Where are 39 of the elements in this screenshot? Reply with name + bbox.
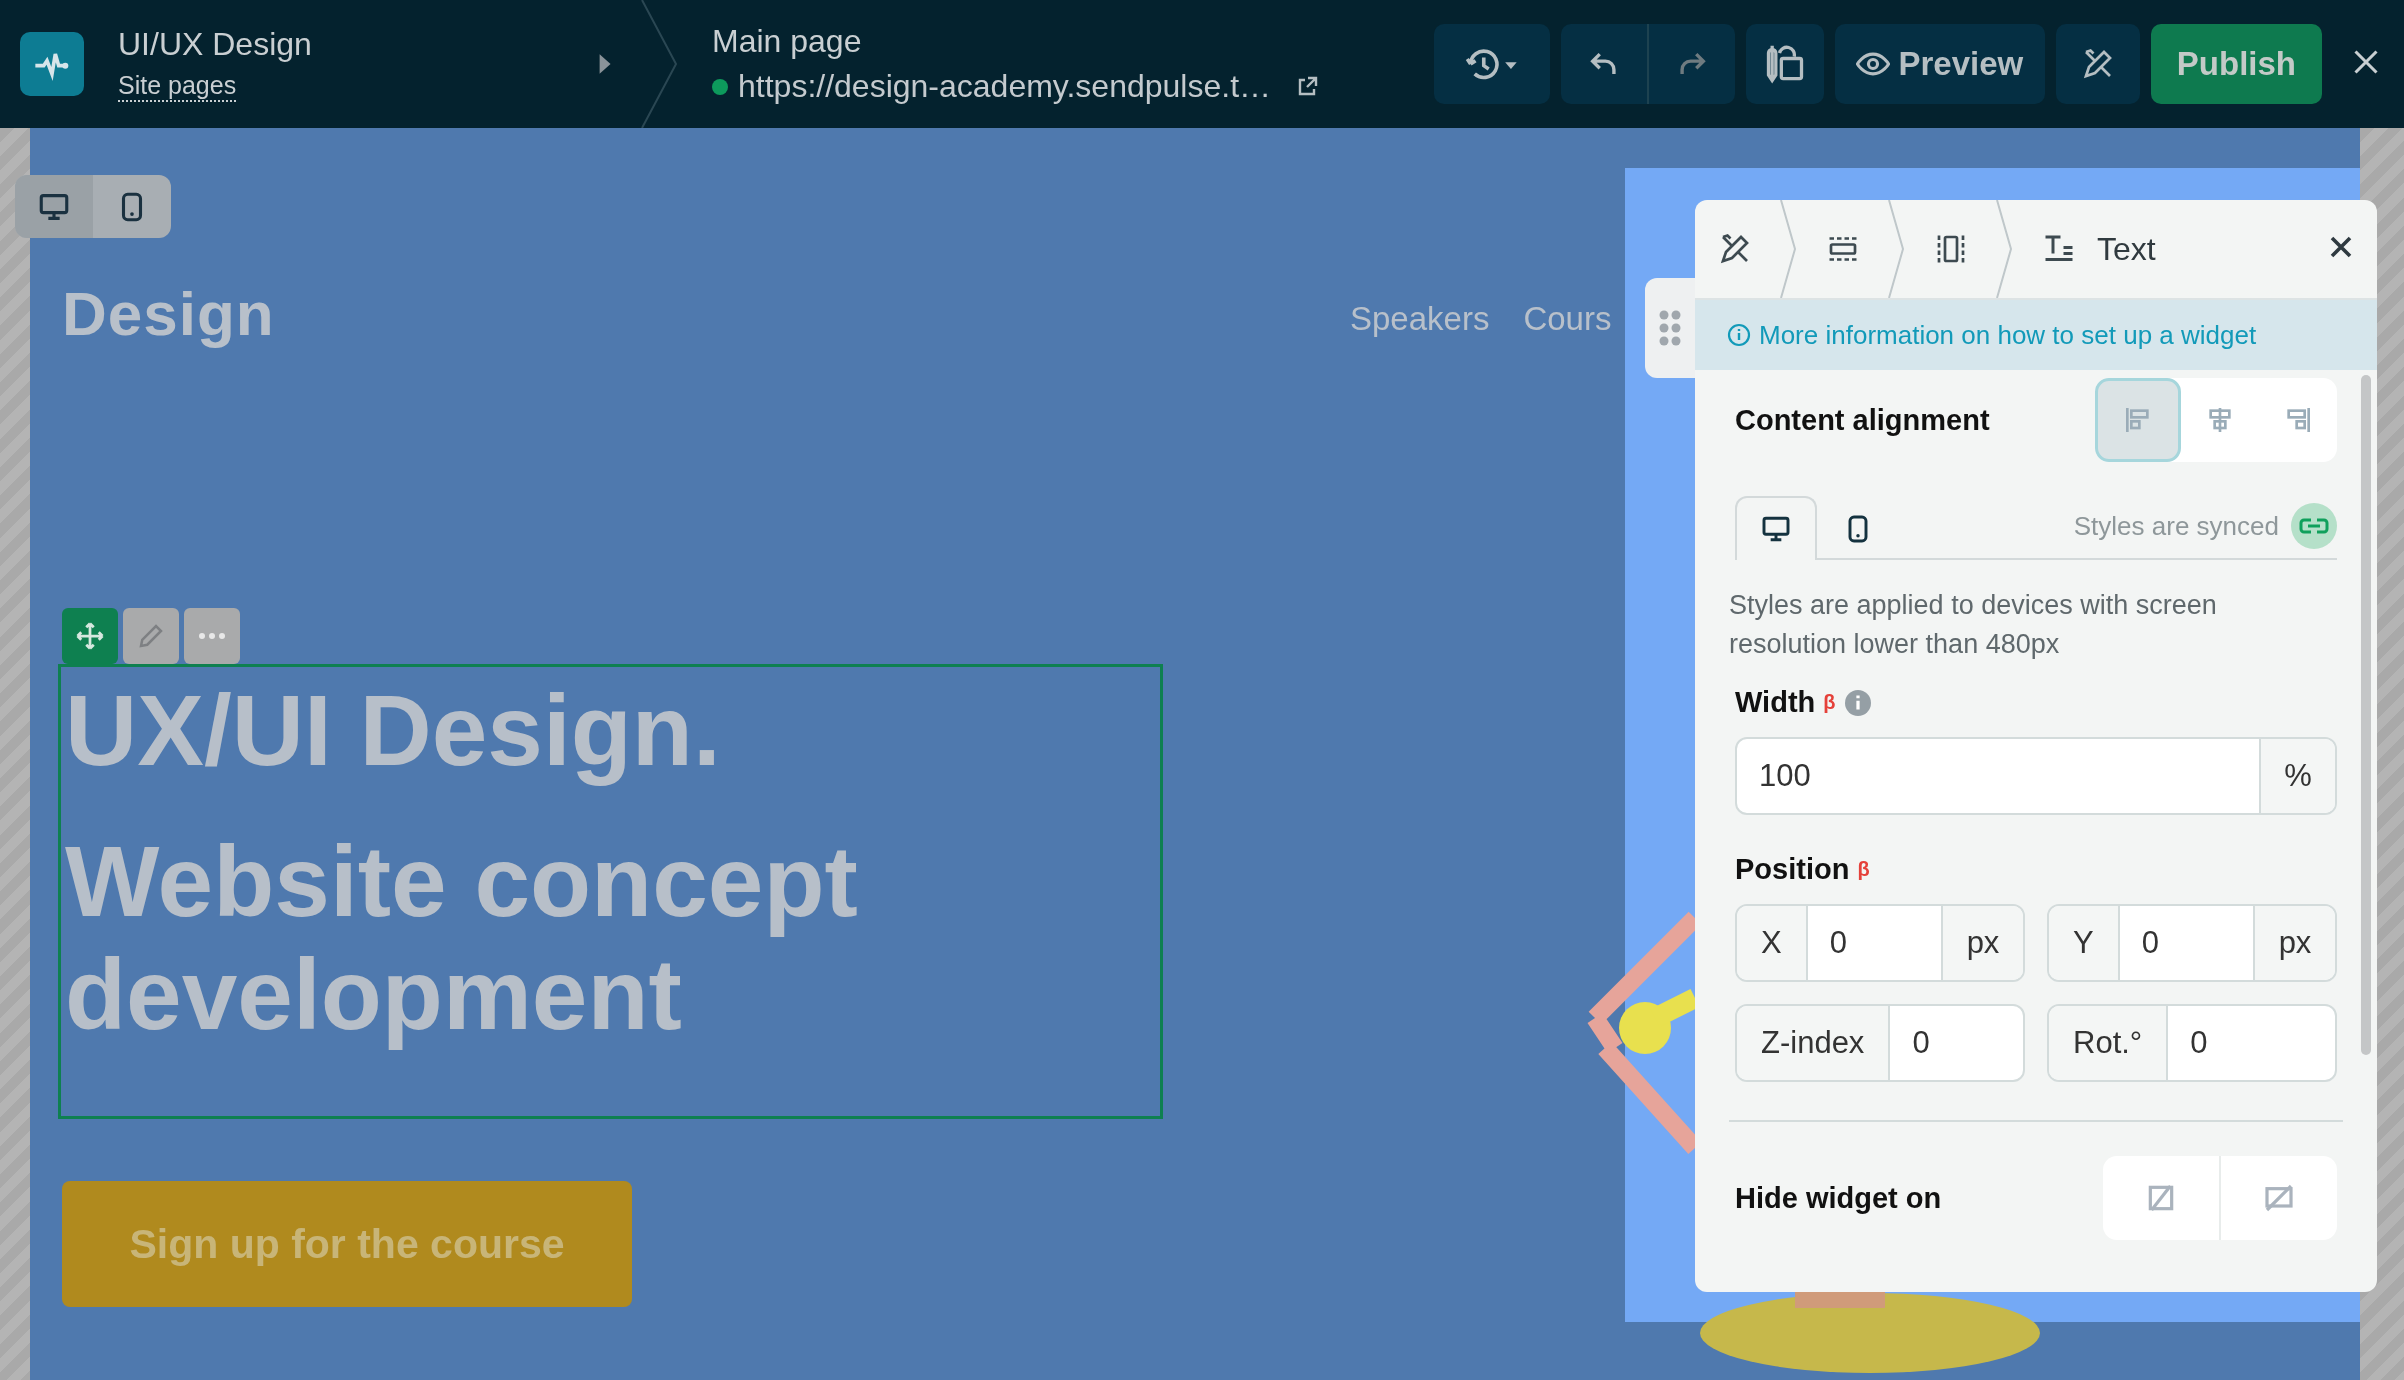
crossed-mobile-icon — [2263, 1182, 2295, 1214]
info-icon[interactable] — [1845, 689, 1872, 716]
position-field[interactable]: Y 0 px — [2047, 904, 2337, 982]
project-title: UI/UX Design — [118, 26, 313, 63]
status-dot — [712, 78, 728, 95]
width-field[interactable]: 100 % — [1735, 737, 2337, 815]
hero-heading: UX/UI Design. — [65, 675, 722, 785]
position-label: Position — [1735, 853, 1850, 886]
field-value: 0 — [1828, 924, 1848, 962]
drag-handle-icon[interactable] — [1645, 278, 1695, 378]
width-label: Width — [1735, 686, 1816, 719]
sync-status: Styles are synced — [2073, 510, 2279, 542]
field-value: 0 — [2140, 924, 2160, 962]
move-handle-icon[interactable] — [62, 608, 118, 664]
design-tools-button[interactable] — [2055, 24, 2140, 104]
number-field[interactable]: Rot.° 0 — [2047, 1004, 2337, 1082]
desktop-tab[interactable] — [1735, 496, 1817, 560]
hero-subheading: Website concept development — [65, 825, 859, 1051]
number-field[interactable]: Z-index 0 — [1735, 1004, 2025, 1082]
field-value: 0 — [2189, 1024, 2209, 1062]
beta-mark: β — [1823, 691, 1836, 714]
style-palette-button[interactable] — [1745, 24, 1824, 104]
hide-widget-label: Hide widget on — [1735, 1181, 1942, 1215]
position-field[interactable]: X 0 px — [1735, 904, 2025, 982]
site-pages-link[interactable]: Site pages — [118, 71, 237, 102]
desktop-view-button[interactable] — [15, 175, 93, 238]
app-logo-icon[interactable] — [20, 32, 84, 96]
page-url[interactable]: https://design-academy.sendpulse.t… — [738, 68, 1272, 105]
preview-button[interactable]: Preview — [1834, 24, 2045, 104]
history-button[interactable] — [1433, 24, 1550, 104]
device-note: Styles are applied to devices with screen resolution lower than 480px — [1729, 589, 2218, 661]
section-label: Content alignment — [1735, 403, 1990, 437]
field-value: 0 — [1911, 1024, 1931, 1062]
info-icon — [1727, 323, 1751, 347]
beta-mark: β — [1857, 858, 1870, 881]
link-icon[interactable] — [2291, 503, 2337, 549]
breadcrumb-item[interactable]: Text — [2015, 230, 2182, 268]
scrollbar[interactable] — [2361, 375, 2371, 1055]
page-title: Main page — [712, 23, 863, 60]
